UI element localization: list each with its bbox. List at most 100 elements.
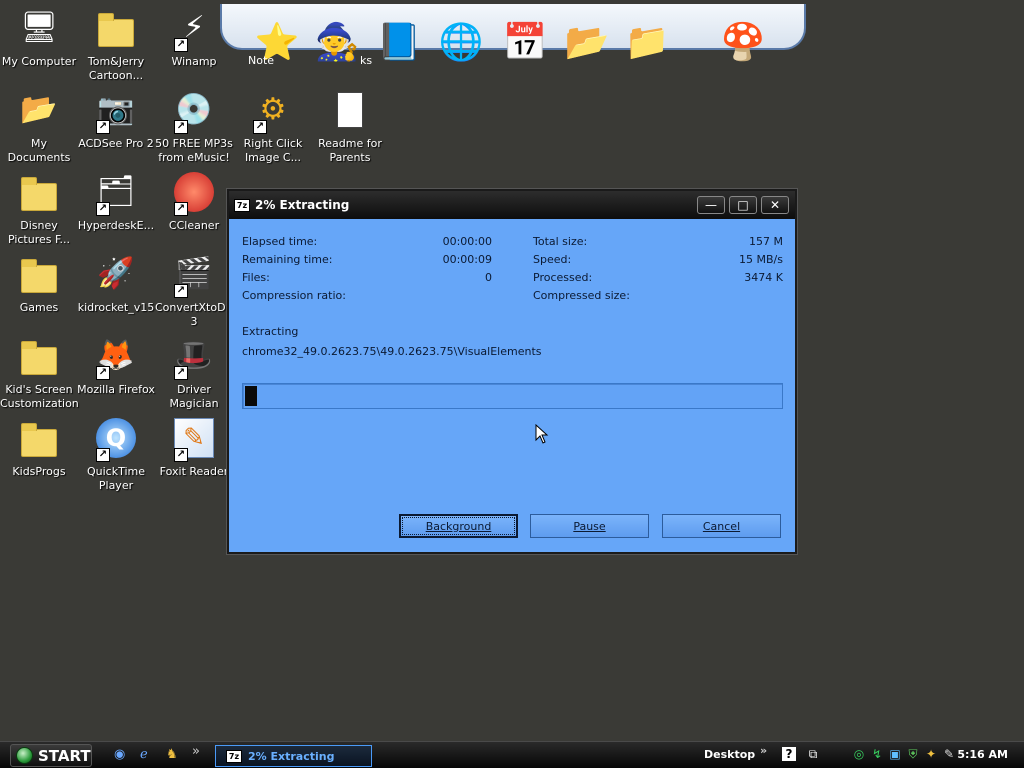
close-button[interactable]: ✕	[761, 196, 789, 214]
shortcut-arrow-icon: ↗	[96, 202, 110, 216]
progress-fill	[245, 386, 257, 406]
foxit-icon: ✎ ↗	[170, 414, 218, 462]
desktop-icon-acdsee[interactable]: 📷 ↗ ACDSee Pro 2	[77, 86, 155, 151]
desktop-icon-kids-screen-customization[interactable]: Kid's Screen Customization	[0, 332, 79, 411]
taskbar-clock: 5:16 AM	[957, 748, 1008, 761]
firefox-icon: 🦊 ↗	[96, 338, 135, 380]
desktop-icon-label: ACDSee Pro 2	[78, 137, 154, 150]
desktop-icon-label: Kid's Screen Customization	[0, 383, 79, 410]
desktop-toolbar-label[interactable]: Desktop	[704, 748, 755, 761]
background-button[interactable]: Background	[399, 514, 518, 538]
tray-tools-icon[interactable]: ✎	[942, 747, 956, 761]
desktop-icon-label: ConvertXtoDvd 3	[155, 301, 240, 328]
desktop-icon-label: Foxit Reader	[159, 465, 229, 478]
desktop-icon-firefox[interactable]: 🦊 ↗ Mozilla Firefox	[77, 332, 155, 397]
disc-icon: 💿 ↗	[174, 92, 213, 134]
extract-dialog: 7z 2% Extracting — □ ✕ Elapsed time: 00:…	[227, 189, 797, 554]
taskbar-item-extracting[interactable]: 7z 2% Extracting	[215, 745, 372, 767]
tray-display-icon[interactable]: ▣	[888, 747, 902, 761]
desktop-icon-ccleaner[interactable]: ↗ CCleaner	[155, 168, 233, 233]
desktop-icon-label: Driver Magician	[169, 383, 219, 410]
desktop-icon-right-click-image[interactable]: ⚙ ↗ Right Click Image C...	[234, 86, 312, 165]
gear-icon: ⚙ ↗	[249, 86, 297, 134]
desktop-icon-kidsprogs[interactable]: KidsProgs	[0, 414, 78, 479]
shortcut-arrow-icon: ↗	[174, 202, 188, 216]
background-button-label: Background	[425, 519, 492, 533]
start-orb-icon	[16, 747, 33, 764]
start-button[interactable]: START	[10, 744, 92, 767]
desktop-icon-my-computer[interactable]: 🖥 My Computer	[0, 4, 78, 69]
desktop-icon-label: KidsProgs	[12, 465, 66, 478]
folder-icon	[92, 4, 140, 52]
cancel-button[interactable]: Cancel	[662, 514, 781, 538]
desktop-icon-disney-pictures[interactable]: Disney Pictures F...	[0, 168, 78, 247]
film-icon: 🎬 ↗	[174, 256, 213, 298]
shortcut-arrow-icon: ↗	[253, 120, 267, 134]
dock-mario-icon[interactable]: 🍄	[716, 12, 770, 72]
stat-total-size: Total size: 157 M	[533, 235, 783, 249]
stat-label: Remaining time:	[242, 253, 333, 266]
stat-processed: Processed: 3474 K	[533, 271, 783, 285]
hyperdesk-icon: 🗂 ↗	[96, 174, 136, 216]
extract-progress-bar	[242, 383, 783, 409]
desktop-icon-label: Right Click Image C...	[243, 137, 303, 164]
desktop-icon-foxit[interactable]: ✎ ↗ Foxit Reader	[155, 414, 233, 479]
tray-shield-icon[interactable]: ⛨	[906, 747, 920, 761]
pause-button-label: Pause	[573, 519, 606, 533]
desktop-icon-readme[interactable]: Readme for Parents	[311, 86, 389, 165]
minimize-button[interactable]: —	[697, 196, 725, 214]
quicklaunch-chevron-icon[interactable]: »	[192, 744, 200, 759]
stat-value: 15 MB/s	[739, 253, 783, 266]
stats-left: Elapsed time: 00:00:00 Remaining time: 0…	[242, 235, 492, 305]
desktop-icon-label: My Documents	[7, 137, 71, 164]
tray-arrow-icon[interactable]: ↯	[870, 747, 884, 761]
dialog-titlebar[interactable]: 7z 2% Extracting — □ ✕	[229, 191, 795, 219]
tray-wand-icon[interactable]: ✦	[924, 747, 938, 761]
stat-compressed-size: Compressed size:	[533, 289, 783, 303]
dock-globe-icon[interactable]: 🌐	[434, 12, 488, 72]
pause-button[interactable]: Pause	[530, 514, 649, 538]
quicklaunch-show-desktop-icon[interactable]: ◉	[114, 747, 125, 762]
desktop-icon-my-documents[interactable]: 📂 My Documents	[0, 86, 78, 165]
window-switch-icon[interactable]: ⧉	[806, 747, 820, 761]
desktop-icon-label: Disney Pictures F...	[7, 219, 71, 246]
dock-star-folder-icon[interactable]: 📁	[620, 12, 674, 72]
quicklaunch-ie-icon[interactable]: ℯ	[140, 747, 148, 762]
dock-book-icon[interactable]: 📘	[372, 12, 426, 72]
dock-wizard-icon[interactable]: 🧙	[310, 12, 364, 72]
stat-value: 157 M	[749, 235, 783, 248]
ccleaner-icon: ↗	[170, 168, 218, 216]
camera-icon: 📷 ↗	[96, 92, 135, 134]
stat-speed: Speed: 15 MB/s	[533, 253, 783, 267]
stat-label: Speed:	[533, 253, 572, 266]
desktop-icon-driver-magician[interactable]: 🎩 ↗ Driver Magician	[155, 332, 233, 411]
desktop-icon-tom-jerry[interactable]: Tom&Jerry Cartoon...	[77, 4, 155, 83]
desktop-icon-quicktime[interactable]: Q ↗ QuickTime Player	[77, 414, 155, 493]
stats-right: Total size: 157 M Speed: 15 MB/s Process…	[533, 235, 783, 305]
tray-network-icon[interactable]: ◎	[852, 747, 866, 761]
desktop-icon-convertxtodvd[interactable]: 🎬 ↗ ConvertXtoDvd 3	[155, 250, 240, 329]
stat-value: 3474 K	[744, 271, 783, 284]
desktop-icon-label: 50 FREE MP3s from eMusic!	[155, 137, 233, 164]
dock-label-note: Note	[248, 54, 275, 67]
stat-label: Processed:	[533, 271, 593, 284]
taskbar: START ◉ ℯ ♞ » 7z 2% Extracting Desktop »…	[0, 741, 1024, 768]
shortcut-arrow-icon: ↗	[96, 366, 110, 380]
desktop-icon-kidrocket[interactable]: 🚀 kidrocket_v15	[77, 250, 155, 315]
desktop-icon-emusic[interactable]: 💿 ↗ 50 FREE MP3s from eMusic!	[155, 86, 233, 165]
folder-icon	[15, 168, 63, 216]
maximize-button[interactable]: □	[729, 196, 757, 214]
desktop-icon-games[interactable]: Games	[0, 250, 78, 315]
dock-calendar-icon[interactable]: 📅	[498, 12, 552, 72]
desktop-toolbar-chevron-icon[interactable]: »	[760, 744, 767, 757]
computer-icon: 🖥	[19, 10, 59, 45]
desktop-icon-label: kidrocket_v15	[77, 301, 155, 314]
dock-folder-icon[interactable]: 📂	[560, 12, 614, 72]
stat-label: Files:	[242, 271, 270, 284]
stat-remaining: Remaining time: 00:00:09	[242, 253, 492, 267]
help-icon[interactable]: ?	[782, 747, 796, 761]
quicklaunch-media-icon[interactable]: ♞	[166, 747, 178, 762]
documents-icon: 📂	[20, 92, 58, 127]
7zip-app-icon: 7z	[234, 198, 250, 212]
desktop-icon-hyperdesk[interactable]: 🗂 ↗ HyperdeskE...	[77, 168, 155, 233]
